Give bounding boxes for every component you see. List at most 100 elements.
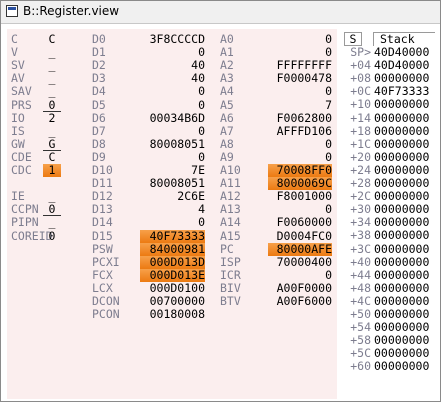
register-label-fcx: FCX [92, 267, 113, 282]
register-value-a3[interactable]: F0000478 [255, 72, 332, 85]
flag-value-av[interactable]: _ [43, 72, 61, 85]
register-value-pc[interactable]: 80000AFE [268, 242, 332, 256]
register-value-d12[interactable]: 2C6E [129, 190, 205, 203]
flag-value-gw[interactable]: G [43, 137, 61, 151]
flag-value-sav[interactable]: _ [43, 85, 61, 98]
stack-value[interactable]: 00000000 [374, 177, 438, 190]
stack-value[interactable]: 00000000 [374, 334, 438, 347]
stack-value[interactable]: 00000000 [374, 163, 438, 177]
register-value-biv[interactable]: A00F0000 [255, 281, 332, 295]
register-value-a12[interactable]: F8001000 [255, 190, 332, 203]
stack-value[interactable]: 00000000 [374, 203, 438, 216]
register-value-a5[interactable]: 7 [255, 98, 332, 112]
flag-value-c[interactable]: C [43, 33, 61, 46]
register-value-d11[interactable]: 80008051 [129, 177, 205, 190]
stack-value[interactable]: 00000000 [374, 294, 438, 308]
flag-value-cdc[interactable]: 1 [43, 164, 61, 177]
stack-offset: +40 [350, 254, 371, 269]
register-value-psw[interactable]: 84000981 [140, 242, 205, 256]
stack-value[interactable]: 00000000 [374, 347, 438, 360]
stack-value[interactable]: 00000000 [374, 111, 438, 125]
stack-value[interactable]: 00000000 [374, 150, 438, 164]
register-value-pcon[interactable]: 00180008 [129, 308, 205, 321]
register-label-d11: D11 [92, 176, 113, 191]
stack-value[interactable]: 00000000 [374, 268, 438, 282]
register-value-isp[interactable]: 70000400 [255, 255, 332, 269]
register-value-d9[interactable]: 0 [129, 150, 205, 164]
register-value-d0[interactable]: 3F8CCCCD [129, 33, 205, 46]
flag-value-io[interactable]: 2 [43, 111, 61, 125]
title-bar[interactable]: B::Register.view [1, 1, 440, 24]
register-value-dcon[interactable]: 00700000 [129, 295, 205, 308]
stack-offset: +24 [350, 162, 371, 177]
register-value-d15[interactable]: 40F73333 [140, 229, 205, 243]
register-value-d1[interactable]: 0 [129, 46, 205, 59]
register-value-a9[interactable]: 0 [255, 150, 332, 164]
stack-value[interactable]: 00000000 [374, 229, 438, 242]
stack-value[interactable]: 00000000 [374, 255, 438, 269]
stack-value[interactable]: 00000000 [374, 281, 438, 295]
register-value-a1[interactable]: 0 [255, 46, 332, 59]
stack-value[interactable]: 00000000 [374, 72, 438, 85]
stack-value[interactable]: 40D40000 [374, 46, 438, 59]
stack-value[interactable]: 00000000 [374, 98, 438, 111]
register-value-btv[interactable]: A00F6000 [255, 295, 332, 308]
register-value-d10[interactable]: 7E [129, 164, 205, 177]
stack-offset: +18 [350, 123, 371, 138]
stack-value[interactable]: 00000000 [374, 124, 438, 138]
flag-value-ccpn[interactable]: 0 [43, 203, 61, 217]
register-value-a4[interactable]: 0 [255, 85, 332, 98]
register-value-fcx[interactable]: 000D013E [140, 268, 205, 282]
stack-value[interactable]: 00000000 [374, 242, 438, 256]
register-value-d2[interactable]: 40 [129, 59, 205, 72]
register-label-a10: A10 [220, 163, 241, 177]
register-value-a0[interactable]: 0 [255, 33, 332, 46]
flag-label-ie: IE [11, 189, 25, 204]
stack-column-header[interactable]: Stack [373, 32, 435, 46]
flag-value-ie[interactable]: _ [43, 190, 61, 203]
stack-value[interactable]: 40F73333 [374, 85, 438, 98]
register-value-pcxi[interactable]: 000D013D [140, 255, 205, 269]
flag-label-ccpn: CCPN [11, 202, 39, 217]
register-value-a14[interactable]: F0060000 [255, 216, 332, 229]
stack-value[interactable]: 00000000 [374, 190, 438, 203]
register-value-d8[interactable]: 80008051 [129, 137, 205, 151]
register-value-a11[interactable]: 8000069C [268, 177, 332, 191]
stack-offset: +1C [350, 136, 371, 151]
register-value-d3[interactable]: 40 [129, 72, 205, 85]
register-value-d4[interactable]: 0 [129, 85, 205, 98]
register-value-d7[interactable]: 0 [129, 124, 205, 138]
stack-value[interactable]: 00000000 [374, 137, 438, 151]
stack-offset: +60 [350, 359, 371, 374]
stack-value[interactable]: 00000000 [374, 360, 438, 373]
register-value-lcx[interactable]: 000D0100 [129, 281, 205, 295]
register-value-icr[interactable]: 0 [255, 268, 332, 282]
stack-value[interactable]: 00000000 [374, 308, 438, 321]
register-value-a7[interactable]: AFFFD106 [255, 124, 332, 138]
register-value-a15[interactable]: D0004FC0 [255, 229, 332, 243]
register-value-a2[interactable]: FFFFFFFF [255, 59, 332, 72]
flag-value-sv[interactable]: _ [43, 59, 61, 72]
stack-value[interactable]: 00000000 [374, 216, 438, 229]
stack-value[interactable]: 40D40000 [374, 59, 438, 72]
flag-value-pipn[interactable]: _ [43, 216, 61, 229]
flag-value-is[interactable]: _ [43, 124, 61, 138]
register-label-a13: A13 [220, 202, 241, 217]
register-value-a10[interactable]: 70008FF0 [268, 164, 332, 177]
register-value-a6[interactable]: F0062800 [255, 111, 332, 125]
flag-value-v[interactable]: _ [43, 46, 61, 59]
register-value-d13[interactable]: 4 [129, 203, 205, 216]
flag-value-coreid[interactable]: 0 [43, 229, 61, 243]
register-value-d5[interactable]: 0 [129, 98, 205, 112]
flag-value-prs[interactable]: 0 [43, 98, 61, 112]
register-label-pcxi: PCXI [92, 254, 120, 269]
register-value-a8[interactable]: 0 [255, 137, 332, 151]
stack-offset: +28 [350, 176, 371, 190]
register-value-d6[interactable]: 00034B6D [129, 111, 205, 125]
stack-offset: +2C [350, 189, 371, 204]
flag-value-cde[interactable]: C [43, 150, 61, 164]
stack-value[interactable]: 00000000 [374, 321, 438, 334]
stack-s-column-header[interactable]: S [344, 32, 362, 46]
register-value-a13[interactable]: 0 [255, 203, 332, 216]
register-value-d14[interactable]: 0 [129, 216, 205, 229]
